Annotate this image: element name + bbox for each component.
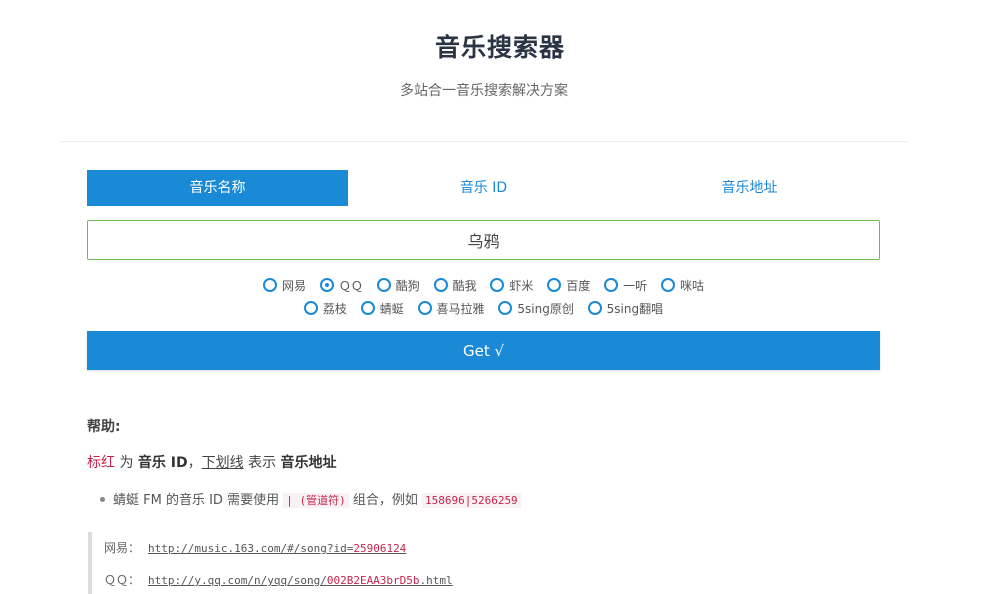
help-legend: 标红 为 音乐 ID，下划线 表示 音乐地址	[87, 452, 337, 472]
radio-5sing-cover[interactable]: 5sing翻唱	[587, 300, 664, 317]
radio-qingting[interactable]: 蜻蜓	[360, 300, 404, 317]
legend-sep: ，	[187, 455, 202, 471]
radio-label: 一听	[623, 279, 648, 293]
legend-bold-url: 音乐地址	[280, 455, 337, 471]
link-prefix: http://music.163.com/#/song?id=	[148, 542, 354, 555]
radio-label: 荔枝	[322, 302, 347, 316]
example-link[interactable]: http://music.163.com/#/song?id=25906124	[148, 542, 406, 555]
link-suffix: .html	[419, 574, 453, 587]
legend-bold-id: 音乐 ID	[137, 455, 188, 471]
radio-circle-icon[interactable]	[660, 278, 675, 292]
radio-kuwo[interactable]: 酷我	[433, 277, 477, 294]
radio-circle-checked-icon[interactable]	[319, 278, 334, 292]
radio-label: 百度	[566, 279, 591, 293]
example-row-netease: 网易： http://music.163.com/#/song?id=259061…	[104, 539, 406, 556]
radio-circle-icon[interactable]	[303, 301, 318, 315]
radio-label: 5sing原创	[517, 302, 574, 316]
example-blockquote: 网易： http://music.163.com/#/song?id=259061…	[88, 532, 492, 594]
radio-circle-icon[interactable]	[604, 278, 619, 292]
page-subtitle: 多站合一音乐搜索解决方案	[400, 83, 568, 99]
tab-music-name[interactable]: 音乐名称	[87, 170, 348, 206]
page-title: 音乐搜索器	[434, 33, 565, 62]
radio-label: 虾米	[509, 279, 534, 293]
legend-text: 为	[115, 455, 138, 471]
radio-circle-icon[interactable]	[587, 301, 602, 315]
bullet-dot-icon	[100, 497, 105, 502]
source-radio-group-row2: 荔枝 蜻蜓 喜马拉雅 5sing原创 5sing翻唱	[87, 300, 880, 317]
radio-kugou[interactable]: 酷狗	[376, 277, 420, 294]
radio-circle-icon[interactable]	[360, 301, 375, 315]
link-id: 002B2EAA3brD5b	[326, 574, 420, 587]
radio-label: 酷我	[452, 279, 477, 293]
legend-underline-word: 下划线	[201, 455, 244, 471]
radio-label: 喜马拉雅	[436, 302, 485, 316]
radio-netease[interactable]: 网易	[263, 277, 306, 294]
tab-music-id[interactable]: 音乐 ID	[353, 170, 614, 206]
search-mode-tabs: 音乐名称 音乐 ID 音乐地址	[87, 170, 880, 206]
example-label: 网易：	[104, 541, 141, 555]
radio-circle-icon[interactable]	[547, 278, 562, 292]
tab-music-url[interactable]: 音乐地址	[619, 170, 880, 206]
radio-label: 酷狗	[395, 279, 420, 293]
radio-ximalaya[interactable]: 喜马拉雅	[417, 300, 485, 317]
pipe-code: | (管道符)	[283, 493, 349, 508]
get-button[interactable]: Get √	[87, 331, 880, 370]
legend-red-word: 标红	[87, 455, 115, 471]
link-id: 25906124	[353, 542, 407, 555]
radio-yiting[interactable]: 一听	[604, 277, 647, 294]
radio-qq[interactable]: ＱＱ	[319, 277, 363, 294]
link-prefix: http://y.qq.com/n/yqq/song/	[148, 574, 327, 587]
radio-label: 5sing翻唱	[606, 302, 664, 316]
example-label: ＱＱ：	[104, 573, 141, 587]
radio-lizhi[interactable]: 荔枝	[303, 300, 347, 317]
radio-circle-icon[interactable]	[376, 278, 391, 292]
radio-label: 网易	[282, 279, 307, 293]
bullet-text: 蜻蜓 FM 的音乐 ID 需要使用	[113, 493, 284, 508]
radio-circle-icon[interactable]	[433, 278, 448, 292]
header-divider	[60, 141, 908, 142]
example-code: 158696|5266259	[421, 493, 521, 508]
radio-xiami[interactable]: 虾米	[490, 277, 533, 294]
radio-circle-icon[interactable]	[498, 301, 513, 315]
radio-circle-icon[interactable]	[417, 301, 432, 315]
radio-label: 蜻蜓	[379, 302, 404, 316]
radio-5sing-original[interactable]: 5sing原创	[498, 300, 574, 317]
radio-circle-icon[interactable]	[490, 278, 505, 292]
radio-label: 咪咕	[679, 279, 704, 293]
help-title: 帮助:	[87, 419, 121, 435]
radio-baidu[interactable]: 百度	[547, 277, 590, 294]
example-link[interactable]: http://y.qq.com/n/yqq/song/002B2EAA3brD5…	[148, 574, 453, 587]
radio-circle-icon[interactable]	[263, 278, 278, 292]
help-bullet-item: 蜻蜓 FM 的音乐 ID 需要使用 | (管道符) 组合，例如 158696|5…	[100, 489, 521, 508]
radio-label: ＱＱ	[338, 279, 363, 293]
search-input[interactable]	[87, 220, 880, 260]
example-row-qq: ＱＱ： http://y.qq.com/n/yqq/song/002B2EAA3b…	[104, 571, 453, 588]
legend-text: 表示	[243, 455, 281, 471]
bullet-text: 组合，例如	[348, 493, 422, 508]
source-radio-group-row1: 网易 ＱＱ 酷狗 酷我 虾米 百度 一听 咪咕	[87, 277, 880, 294]
radio-migu[interactable]: 咪咕	[660, 277, 704, 294]
